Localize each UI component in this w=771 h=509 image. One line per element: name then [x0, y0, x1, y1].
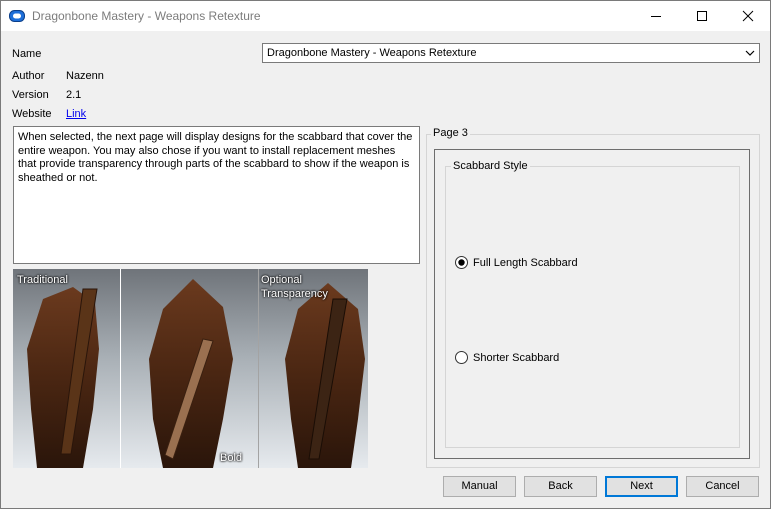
- manual-button[interactable]: Manual: [443, 476, 516, 497]
- maximize-button[interactable]: [679, 1, 725, 31]
- caption-bold: Bold: [220, 452, 243, 464]
- mod-name-select[interactable]: Dragonbone Mastery - Weapons Retexture: [262, 43, 760, 63]
- minimize-button[interactable]: [633, 1, 679, 31]
- radio-full-length[interactable]: [455, 256, 468, 269]
- website-link[interactable]: Link: [66, 108, 86, 120]
- version-value: 2.1: [66, 89, 82, 101]
- chevron-down-icon: [745, 50, 755, 56]
- window-title: Dragonbone Mastery - Weapons Retexture: [32, 9, 261, 23]
- mod-name-value: Dragonbone Mastery - Weapons Retexture: [267, 47, 477, 59]
- caption-optional: Optional: [261, 274, 302, 286]
- maximize-icon: [697, 11, 707, 21]
- caption-traditional: Traditional: [17, 274, 68, 286]
- radio-shorter[interactable]: [455, 351, 468, 364]
- website-label: Website: [12, 108, 52, 120]
- close-button[interactable]: [725, 1, 771, 31]
- next-button[interactable]: Next: [605, 476, 678, 497]
- scabbard-style-title: Scabbard Style: [451, 160, 530, 172]
- package-icon: [9, 10, 25, 22]
- author-label: Author: [12, 70, 45, 82]
- cancel-button[interactable]: Cancel: [686, 476, 759, 497]
- minimize-icon: [651, 16, 661, 17]
- radio-full-length-label[interactable]: Full Length Scabbard: [473, 257, 578, 269]
- installer-window: Dragonbone Mastery - Weapons Retexture N…: [0, 0, 771, 509]
- close-icon: [742, 10, 754, 22]
- page-title: Page 3: [431, 127, 470, 139]
- name-label: Name: [12, 48, 42, 60]
- scabbard-style-group: [445, 166, 740, 448]
- version-label: Version: [12, 89, 49, 101]
- back-button[interactable]: Back: [524, 476, 597, 497]
- preview-image: Traditional Optional Transparency Bold: [13, 269, 368, 468]
- title-bar[interactable]: Dragonbone Mastery - Weapons Retexture: [1, 1, 770, 31]
- caption-transparency: Transparency: [261, 288, 328, 300]
- author-value: Nazenn: [66, 70, 104, 82]
- description-box[interactable]: When selected, the next page will displa…: [13, 126, 420, 264]
- radio-shorter-label[interactable]: Shorter Scabbard: [473, 352, 559, 364]
